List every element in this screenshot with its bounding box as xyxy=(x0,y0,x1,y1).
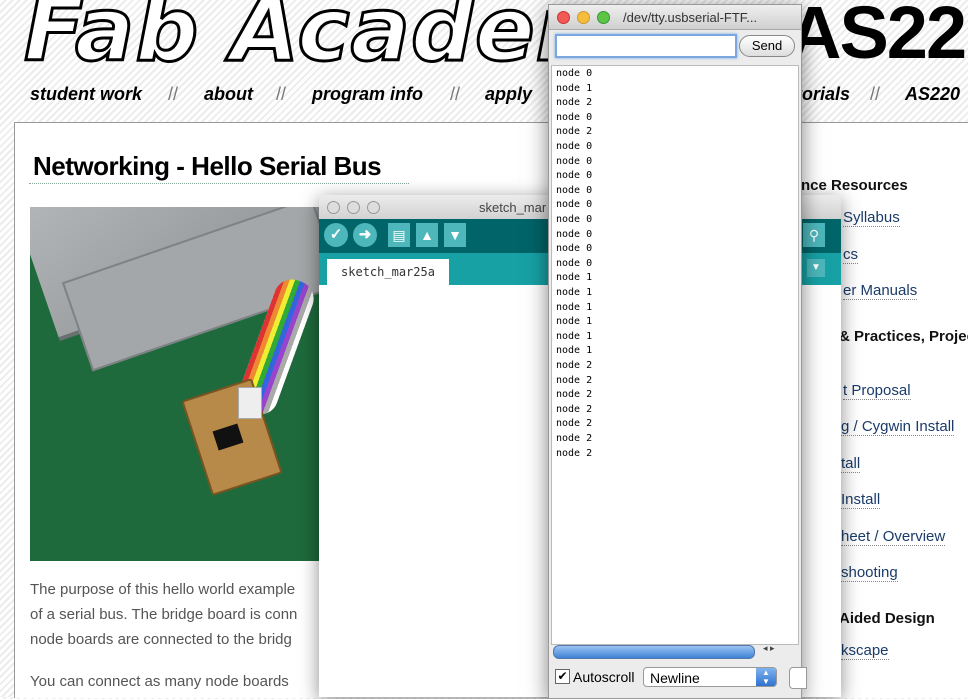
site-nav: student work // about // program info //… xyxy=(0,84,968,106)
minimize-icon[interactable] xyxy=(347,201,360,214)
save-sketch-icon[interactable]: ▼ xyxy=(444,223,466,247)
nav-separator: // xyxy=(450,84,461,104)
nav-program-info[interactable]: program info xyxy=(312,84,423,105)
serial-output-line: node 0 xyxy=(556,243,593,255)
serial-output-line: node 0 xyxy=(556,170,593,182)
sidebar-link[interactable]: tall xyxy=(841,455,861,473)
sidebar-link[interactable]: g / Cygwin Install xyxy=(841,418,955,436)
select-arrows-icon[interactable]: ▲ ▼ xyxy=(756,668,776,686)
upload-icon[interactable]: ➜ xyxy=(353,223,377,247)
serial-output[interactable]: node 0 node 1 node 2 node 0 node 2 node 0 node… xyxy=(551,65,799,645)
serial-titlebar[interactable]: /dev/tty.usbserial-FTF... xyxy=(549,5,801,30)
tab-menu-icon[interactable]: ▼ xyxy=(807,259,825,277)
scroll-arrows-icon[interactable]: ◂ ▸ xyxy=(763,643,775,654)
serial-window-title: /dev/tty.usbserial-FTF... xyxy=(623,10,758,25)
serial-output-line: node 1 xyxy=(556,345,593,357)
serial-output-line: node 0 xyxy=(556,184,593,196)
serial-output-line: node 2 xyxy=(556,360,593,371)
new-sketch-icon[interactable]: ▤ xyxy=(388,223,410,247)
sidebar-link[interactable]: heet / Overview xyxy=(841,528,946,546)
sidebar-link[interactable]: cs xyxy=(843,246,858,264)
sidebar-link[interactable]: Syllabus xyxy=(843,209,900,227)
serial-output-line: node 1 xyxy=(556,82,593,94)
serial-output-line: node 2 xyxy=(556,403,593,415)
serial-output-line: node 1 xyxy=(556,301,593,313)
sidebar-link[interactable]: shooting xyxy=(841,564,898,582)
site-logo-title: Fab Academ xyxy=(22,0,629,83)
serial-output-line: node 0 xyxy=(556,199,593,211)
serial-output-line: node 2 xyxy=(556,389,593,401)
autoscroll-checkbox[interactable]: ✔ xyxy=(555,669,570,684)
serial-output-line: node 2 xyxy=(556,97,593,109)
serial-output-line: node 0 xyxy=(556,214,593,225)
serial-output-line: node 1 xyxy=(556,330,593,342)
baud-select[interactable] xyxy=(789,667,807,689)
sidebar-heading: Aided Design xyxy=(839,610,935,627)
sidebar-link[interactable]: er Manuals xyxy=(843,282,918,300)
nav-separator: // xyxy=(168,84,179,104)
as220-logo: AS220 xyxy=(788,0,968,74)
zoom-icon[interactable] xyxy=(597,11,610,24)
sidebar-link[interactable]: kscape xyxy=(841,642,889,660)
sidebar-link[interactable]: Install xyxy=(841,491,881,509)
serial-output-line: node 2 xyxy=(556,447,593,459)
serial-output-line: node 1 xyxy=(556,316,593,328)
paragraph-line: of a serial bus. The bridge board is con… xyxy=(30,606,298,623)
serial-output-line: node 2 xyxy=(556,433,593,444)
serial-output-line: node 1 xyxy=(556,272,593,284)
serial-output-line: node 2 xyxy=(556,418,593,430)
serial-output-line: node 0 xyxy=(556,228,593,240)
nav-tutorials[interactable]: torials xyxy=(796,84,850,105)
paragraph-line: You can connect as many node boards xyxy=(30,673,289,690)
horizontal-scrollbar[interactable] xyxy=(553,645,755,659)
sidebar-heading: nce Resources xyxy=(801,177,908,194)
page-title: Networking - Hello Serial Bus xyxy=(33,151,382,181)
nav-separator: // xyxy=(870,84,881,104)
serial-output-line: node 0 xyxy=(556,111,593,123)
tab-sketch[interactable]: sketch_mar25a xyxy=(327,259,449,285)
serial-output-line: node 2 xyxy=(556,374,593,386)
nav-about[interactable]: about xyxy=(204,84,253,105)
send-button[interactable]: Send xyxy=(739,35,795,57)
serial-output-line: node 1 xyxy=(556,287,593,298)
close-icon[interactable] xyxy=(327,201,340,214)
serial-output-line: node 0 xyxy=(556,68,593,79)
sidebar-link[interactable]: t Proposal xyxy=(843,382,911,400)
minimize-icon[interactable] xyxy=(577,11,590,24)
zoom-icon[interactable] xyxy=(367,201,380,214)
serial-monitor-window: /dev/tty.usbserial-FTF... Send node 0 nod… xyxy=(548,4,807,699)
verify-icon[interactable]: ✓ xyxy=(324,223,348,247)
autoscroll-label: Autoscroll xyxy=(573,669,635,685)
serial-send-input[interactable] xyxy=(555,34,737,58)
close-icon[interactable] xyxy=(557,11,570,24)
nav-as220[interactable]: AS220 xyxy=(905,84,960,105)
open-sketch-icon[interactable]: ▲ xyxy=(416,223,438,247)
line-ending-value: Newline xyxy=(650,670,700,686)
photo-connector xyxy=(238,387,262,419)
serial-output-line: node 2 xyxy=(556,126,593,138)
sidebar-heading: & Practices, Projec xyxy=(839,328,968,345)
nav-student-work[interactable]: student work xyxy=(30,84,142,105)
line-ending-select[interactable]: Newline ▲ ▼ xyxy=(643,667,777,687)
serial-output-line: node 0 xyxy=(556,257,593,269)
serial-output-line: node 0 xyxy=(556,155,593,167)
title-underline xyxy=(29,183,409,184)
board-photo xyxy=(30,207,335,561)
nav-apply[interactable]: apply xyxy=(485,84,532,105)
paragraph-line: The purpose of this hello world example xyxy=(30,581,296,598)
serial-monitor-icon[interactable]: ⚲ xyxy=(803,223,825,247)
serial-output-line: node 0 xyxy=(556,141,593,152)
nav-separator: // xyxy=(276,84,287,104)
paragraph-line: node boards are connected to the bridg xyxy=(30,631,292,648)
arduino-window-title: sketch_mar xyxy=(479,200,547,215)
